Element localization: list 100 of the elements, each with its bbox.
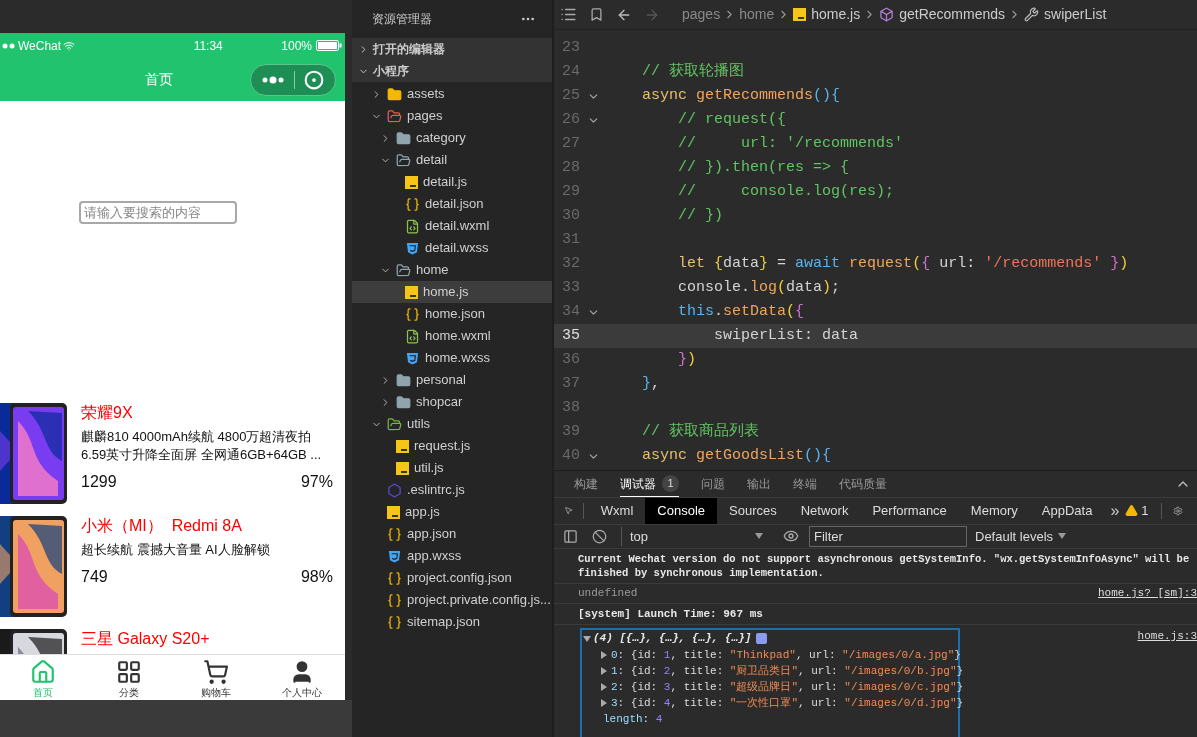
js-file-icon: [405, 175, 418, 189]
braces-icon: [387, 592, 402, 608]
code-file-icon: [405, 218, 420, 234]
tree-item[interactable]: project.config.json: [352, 567, 552, 589]
tree-item[interactable]: project.private.config.js...: [352, 589, 552, 611]
object-entry: length: 4: [603, 711, 663, 727]
tab-bar-item[interactable]: 分类: [86, 655, 173, 700]
more-tabs-button[interactable]: »: [1104, 498, 1126, 523]
css-file-icon: [387, 548, 402, 564]
tree-item[interactable]: app.wxss: [352, 545, 552, 567]
array-summary: (4) [{…}, {…}, {…}, {…}]: [593, 631, 752, 647]
wifi-icon: [63, 39, 76, 52]
product-description: 超长续航 震撼大音量 AI人脸解锁: [81, 541, 271, 559]
devtools-tab[interactable]: AppData: [1029, 498, 1105, 524]
section-header[interactable]: 打开的编辑器: [352, 38, 552, 60]
cube-icon: [879, 7, 895, 22]
breadcrumb-item[interactable]: home.js: [793, 4, 861, 25]
breadcrumb-item[interactable]: pages: [682, 4, 721, 25]
tree-item[interactable]: sitemap.json: [352, 611, 552, 633]
panel-tab[interactable]: 构建: [574, 471, 598, 498]
panel-title: 资源管理器: [372, 11, 432, 28]
object-entry: 1: {id: 2, title: "厨卫品类日", url: "/images/0/b.jpg"}: [611, 663, 964, 679]
folder-icon: [396, 394, 411, 410]
warning-count[interactable]: 1: [1125, 501, 1149, 521]
search-field[interactable]: 请输入要搜索的内容: [79, 201, 237, 224]
tree-item[interactable]: utils: [352, 413, 552, 435]
devtools-tab[interactable]: Sources: [717, 498, 789, 524]
product-price: 749: [81, 567, 108, 587]
panel-tab[interactable]: 输出: [747, 471, 771, 498]
tree-item[interactable]: app.js: [352, 501, 552, 523]
console-group[interactable]: [580, 628, 960, 737]
line-number: 25: [561, 85, 580, 106]
list-icon[interactable]: [560, 6, 577, 23]
source-link[interactable]: home.js:3: [1137, 628, 1197, 645]
panel-tab[interactable]: 问题: [701, 471, 725, 498]
line-number: 33: [561, 277, 580, 298]
tree-item[interactable]: app.json: [352, 523, 552, 545]
console-message: Current Wechat version do not support asynchronous getSystemInfo. "wx.getSystemInfoAsync" will be finished by synchronous implementation.: [578, 552, 1191, 580]
capsule-menu[interactable]: [250, 63, 336, 96]
line-number: 29: [561, 181, 580, 202]
filter-field[interactable]: Filter: [809, 525, 967, 547]
bookmark-icon[interactable]: [589, 7, 604, 22]
line-number: 35: [561, 325, 580, 346]
code-line: console.log(data);: [677, 277, 841, 298]
braces-icon: [387, 614, 402, 630]
tree-item[interactable]: util.js: [352, 457, 552, 479]
line-number: 27: [561, 133, 580, 154]
breadcrumb-item[interactable]: getRecommends: [879, 4, 1006, 25]
section-header[interactable]: 小程序: [352, 60, 552, 82]
tree-item[interactable]: detail.wxml: [352, 215, 552, 237]
css-file-icon: [405, 240, 420, 256]
hexagon-icon: [387, 482, 402, 498]
clear-icon[interactable]: [592, 528, 607, 544]
product-name: 荣耀9X: [81, 403, 134, 423]
levels-select[interactable]: Default levels: [975, 526, 1067, 547]
console-message: undefined: [578, 586, 638, 602]
tree-item[interactable]: detail: [352, 149, 552, 171]
tree-item[interactable]: detail.wxss: [352, 237, 552, 259]
tab-bar-item[interactable]: 个人中心: [258, 655, 345, 700]
context-select[interactable]: top: [621, 526, 771, 547]
count-badge: 1: [662, 475, 679, 493]
js-file-icon: [396, 439, 409, 453]
tree-item[interactable]: home: [352, 259, 552, 281]
devtools-tab[interactable]: Performance: [860, 498, 959, 524]
tree-item[interactable]: detail.json: [352, 193, 552, 215]
devtools-tab[interactable]: Console: [645, 498, 718, 524]
line-number: 37: [561, 373, 580, 394]
tab-bar-item[interactable]: 购物车: [172, 655, 259, 700]
code-line: // }).then(res => {: [677, 157, 850, 178]
devtools-tab[interactable]: Memory: [958, 498, 1030, 524]
tree-item[interactable]: .eslintrc.js: [352, 479, 552, 501]
code-line: // 获取商品列表: [641, 421, 759, 442]
tree-item[interactable]: personal: [352, 369, 552, 391]
tree-item[interactable]: detail.js: [352, 171, 552, 193]
devtools-tab[interactable]: Wxml: [588, 498, 646, 524]
panel-tab[interactable]: 终端: [793, 471, 817, 498]
tree-item[interactable]: assets: [352, 83, 552, 105]
page-title: 首页: [145, 70, 173, 89]
tree-item[interactable]: home.wxml: [352, 325, 552, 347]
tree-item[interactable]: home.js: [352, 281, 552, 303]
js-file-icon: [793, 8, 807, 21]
breadcrumb-item[interactable]: home: [739, 4, 775, 25]
folder-icon: [387, 86, 402, 102]
tree-item[interactable]: request.js: [352, 435, 552, 457]
grid-icon: [116, 659, 143, 685]
line-number: 38: [561, 397, 580, 418]
folder-icon: [387, 108, 402, 124]
product-name: 三星 Galaxy S20+: [81, 629, 211, 649]
tree-item[interactable]: home.wxss: [352, 347, 552, 369]
line-number: 23: [561, 37, 580, 58]
code-line: this.setData({: [677, 301, 805, 322]
tree-item[interactable]: shopcar: [352, 391, 552, 413]
devtools-tab[interactable]: Network: [788, 498, 861, 524]
breadcrumb-item[interactable]: swiperList: [1024, 4, 1107, 25]
sidebar-toggle-icon[interactable]: [563, 528, 578, 544]
tree-item[interactable]: category: [352, 127, 552, 149]
tree-item[interactable]: pages: [352, 105, 552, 127]
panel-tab[interactable]: 代码质量: [839, 471, 887, 498]
source-link[interactable]: home.js? [sm]:3: [1097, 585, 1197, 602]
tree-item[interactable]: home.json: [352, 303, 552, 325]
